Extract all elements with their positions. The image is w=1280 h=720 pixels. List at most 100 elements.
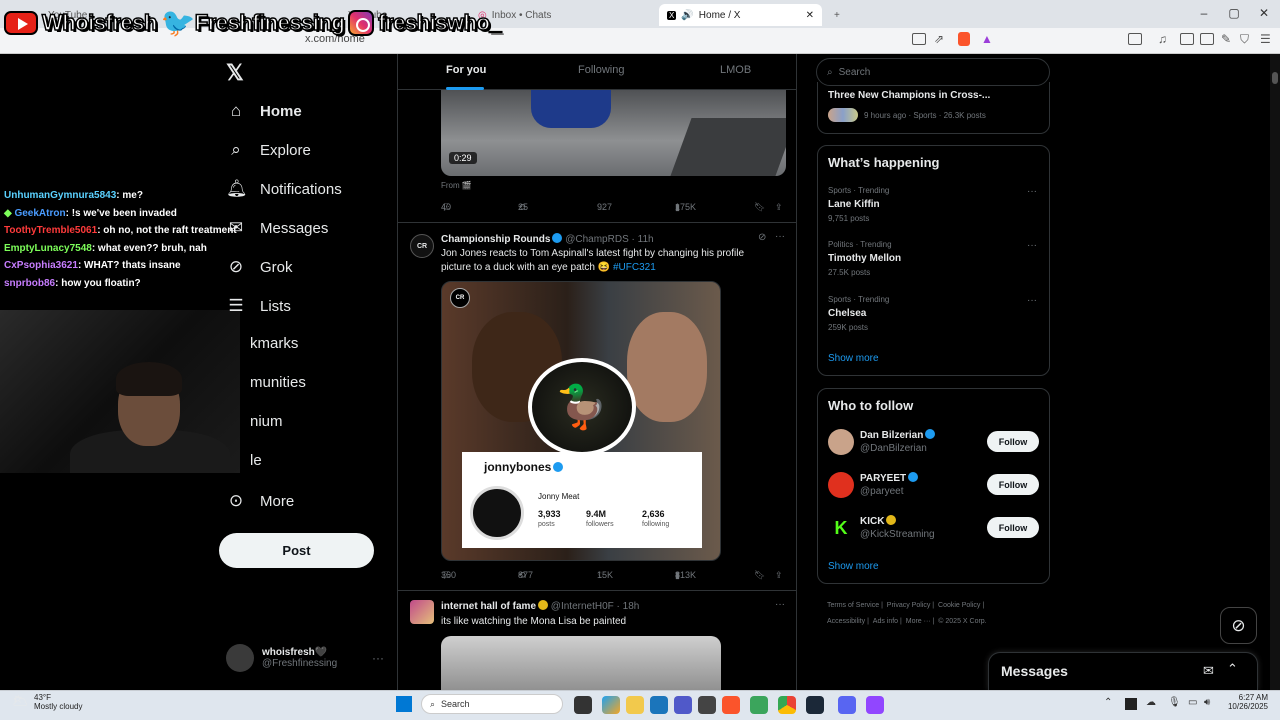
follow-suggestion[interactable]: KICK @KickStreaming (860, 515, 935, 540)
brave-shield-icon[interactable] (958, 32, 970, 46)
microphone-icon[interactable]: 🎙︎ (1168, 697, 1181, 708)
bookmark-icon[interactable]: 🔖︎ (754, 202, 765, 213)
more-dots-icon[interactable]: ··· (775, 599, 785, 610)
browser-tab-active[interactable]: X 🔊 Home / X ✕ (659, 4, 822, 26)
tweet-image[interactable]: CR 🦆 jonnybones Jonny Meat 3,933 posts 9… (441, 281, 721, 561)
tab-for-you[interactable]: For you (446, 64, 486, 76)
windows-start-icon[interactable] (396, 696, 412, 712)
follow-button[interactable]: Follow (987, 474, 1039, 495)
avatar[interactable] (828, 472, 854, 498)
share-icon[interactable]: ⇪ (775, 570, 783, 581)
more-dots-icon[interactable]: ··· (1027, 240, 1037, 251)
grok-icon[interactable]: ⊘ (758, 232, 766, 243)
weather-icon[interactable]: 🌥︎ (12, 693, 32, 713)
music-icon[interactable]: ♫ (1158, 32, 1167, 46)
tab-screen-icon[interactable] (912, 33, 926, 45)
tweet-image[interactable] (441, 636, 721, 690)
follow-suggestion[interactable]: Dan Bilzerian @DanBilzerian (860, 429, 936, 454)
trend-item[interactable]: Sports · Trending Chelsea 259K posts (828, 295, 889, 332)
wallet-icon[interactable] (1200, 33, 1214, 45)
video-source[interactable]: From 🎬 (441, 181, 472, 190)
clock[interactable]: 6:27 AM 10/26/2025 (1224, 693, 1268, 711)
tab-lmob[interactable]: LMOB (720, 64, 751, 76)
nav-explore[interactable]: ⌕ Explore (226, 140, 311, 160)
app-icon[interactable] (750, 696, 768, 714)
reader-icon[interactable] (1180, 33, 1194, 45)
sidebar-icon[interactable] (1128, 33, 1142, 45)
tab-following[interactable]: Following (578, 64, 624, 76)
volume-icon[interactable]: 🔊︎ (1204, 697, 1210, 708)
nav-home[interactable]: ⌂ Home (226, 101, 302, 121)
trend-item[interactable]: Sports · Trending Lane Kiffin 9,751 posts (828, 186, 889, 223)
task-view-icon[interactable] (574, 696, 592, 714)
news-card[interactable]: Three New Champions in Cross-... 9 hours… (817, 82, 1050, 134)
teams-icon[interactable] (674, 696, 692, 714)
minimize-icon[interactable]: – (1194, 6, 1214, 20)
more-dots-icon[interactable]: ··· (775, 231, 785, 242)
nav-notifications[interactable]: 🔔︎ Notifications (226, 179, 342, 199)
chevron-up-icon[interactable]: ⌃ (1104, 697, 1112, 708)
nav-communities[interactable]: munities (250, 374, 306, 391)
file-explorer-icon[interactable] (626, 696, 644, 714)
fighter-right (627, 312, 707, 422)
new-tab-button[interactable]: + (826, 4, 848, 26)
tray-icon[interactable]: ☁ (1146, 697, 1156, 708)
more-dots-icon[interactable]: ··· (372, 651, 384, 665)
follow-button[interactable]: Follow (987, 431, 1039, 452)
extensions-icon[interactable]: ✎ (1221, 32, 1231, 46)
vpn-icon[interactable]: ⛉ (1240, 32, 1249, 47)
nav-bookmarks[interactable]: kmarks (250, 335, 298, 352)
maximize-icon[interactable]: ▢ (1224, 6, 1244, 20)
avatar[interactable]: CR (410, 234, 434, 258)
share-icon[interactable]: ⇗ (934, 32, 944, 46)
taskbar-search[interactable]: ⌕ Search (421, 694, 563, 714)
account-switcher[interactable]: whoisfresh🖤 @Freshfinessing ··· (226, 643, 386, 673)
kick-logo-icon[interactable]: K (828, 515, 854, 541)
tray-app-icon[interactable] (1125, 698, 1137, 710)
bookmark-icon[interactable]: 🔖︎ (754, 570, 765, 581)
nav-lists[interactable]: ☰ Lists (226, 296, 290, 316)
share-icon[interactable]: ⇪ (775, 202, 783, 213)
scrollbar-thumb[interactable] (1272, 72, 1278, 84)
discord-icon[interactable] (838, 696, 856, 714)
avatar[interactable] (410, 600, 434, 624)
steam-icon[interactable] (806, 696, 824, 714)
more-dots-icon[interactable]: ··· (1027, 295, 1037, 306)
show-more-link[interactable]: Show more (828, 561, 879, 572)
nav-more[interactable]: ⊙ More (226, 491, 294, 511)
weather-widget[interactable]: 43°F Mostly cloudy (34, 693, 82, 711)
messages-drawer[interactable]: Messages ✉ ⌃ (988, 652, 1258, 690)
new-message-icon[interactable]: ✉ (1203, 663, 1214, 679)
avatar[interactable] (828, 429, 854, 455)
close-tab-icon[interactable]: ✕ (806, 10, 814, 21)
monitor-icon[interactable]: ▭ (1188, 697, 1197, 708)
grok-icon[interactable]: ⊘ (1220, 607, 1257, 644)
twitter-bird-icon: 🐦 (160, 7, 196, 38)
nav-profile[interactable]: le (250, 452, 262, 469)
nav-messages[interactable]: ✉ Messages (226, 218, 329, 238)
follow-suggestion[interactable]: PARYEET @paryeet (860, 472, 919, 497)
follow-button[interactable]: Follow (987, 517, 1039, 538)
more-dots-icon[interactable]: ··· (1027, 186, 1037, 197)
expand-icon[interactable]: ⌃ (1227, 661, 1238, 677)
audio-icon[interactable]: 🔊 (681, 10, 693, 21)
app-icon[interactable] (866, 696, 884, 714)
store-icon[interactable] (650, 696, 668, 714)
brave-rewards-icon[interactable]: ▲ (981, 32, 993, 46)
hashtag-link[interactable]: #UFC321 (613, 262, 656, 273)
x-logo-icon[interactable]: 𝕏 (226, 60, 244, 86)
brave-icon[interactable] (722, 696, 740, 714)
show-more-link[interactable]: Show more (828, 353, 879, 364)
nav-grok[interactable]: ⊘ Grok (226, 257, 293, 277)
app-icon[interactable] (698, 696, 716, 714)
trend-item[interactable]: Politics · Trending Timothy Mellon 27.5K p… (828, 240, 901, 277)
copilot-icon[interactable] (602, 696, 620, 714)
close-window-icon[interactable]: ✕ (1254, 6, 1274, 20)
post-button[interactable]: Post (219, 533, 374, 568)
menu-icon[interactable]: ☰ (1260, 32, 1271, 46)
nav-premium[interactable]: nium (250, 413, 283, 430)
scrollbar[interactable] (1270, 54, 1280, 690)
chrome-icon[interactable] (778, 696, 796, 714)
card-avatar (470, 486, 524, 540)
video-player[interactable]: 0:29 (441, 88, 786, 176)
